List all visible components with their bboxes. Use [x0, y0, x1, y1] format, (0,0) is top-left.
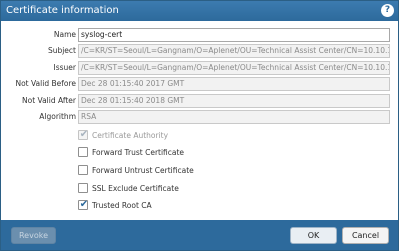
dialog-titlebar[interactable]: Certificate information ? [1, 1, 398, 21]
subject-label: Subject [47, 46, 76, 55]
revoke-button[interactable]: Revoke [11, 227, 56, 244]
forward-trust-checkbox[interactable] [78, 147, 88, 157]
subject-row: Subject /C=KR/ST=Seoul/L=Gangnam/O=Aplen… [1, 44, 398, 58]
subject-field[interactable]: /C=KR/ST=Seoul/L=Gangnam/O=Aplenet/OU=Te… [78, 44, 390, 58]
ssl-exclude-label: SSL Exclude Certificate [92, 184, 179, 193]
trusted-root-ca-checkbox[interactable]: ✔ [78, 199, 89, 210]
forward-trust-label: Forward Trust Certificate [92, 148, 185, 157]
certificate-authority-label: Certificate Authority [92, 131, 169, 140]
not-valid-after-label: Not Valid After [22, 96, 76, 105]
not-valid-after-row: Not Valid After Dec 28 01:15:40 2018 GMT [1, 94, 398, 108]
checkmark-icon: ✔ [79, 129, 89, 140]
algorithm-label: Algorithm [39, 112, 76, 121]
certificate-authority-checkbox[interactable]: ✔ [78, 129, 89, 140]
dialog-footer [1, 220, 398, 250]
forward-untrust-label: Forward Untrust Certificate [92, 166, 194, 175]
algorithm-field[interactable]: RSA [78, 110, 390, 124]
checkmark-icon: ✔ [79, 199, 89, 210]
ssl-exclude-checkbox[interactable] [78, 183, 88, 193]
name-field[interactable]: syslog-cert [78, 28, 390, 42]
name-label: Name [53, 30, 76, 39]
issuer-label: Issuer [53, 63, 76, 72]
issuer-row: Issuer /C=KR/ST=Seoul/L=Gangnam/O=Aplene… [1, 61, 398, 75]
not-valid-before-label: Not Valid Before [15, 79, 76, 88]
trusted-root-ca-label: Trusted Root CA [92, 201, 152, 210]
not-valid-before-field[interactable]: Dec 28 01:15:40 2017 GMT [78, 77, 390, 91]
not-valid-after-field[interactable]: Dec 28 01:15:40 2018 GMT [78, 94, 390, 108]
name-row: Name syslog-cert [1, 28, 398, 42]
question-icon[interactable]: ? [381, 4, 394, 17]
not-valid-before-row: Not Valid Before Dec 28 01:15:40 2017 GM… [1, 77, 398, 91]
cancel-button[interactable]: Cancel [342, 227, 389, 244]
issuer-field[interactable]: /C=KR/ST=Seoul/L=Gangnam/O=Aplenet/OU=Te… [78, 61, 390, 75]
certificate-information-dialog: Certificate information ? Name syslog-ce… [0, 0, 399, 251]
algorithm-row: Algorithm RSA [1, 110, 398, 124]
ok-button[interactable]: OK [290, 227, 337, 244]
forward-untrust-checkbox[interactable] [78, 165, 88, 175]
dialog-title: Certificate information [6, 5, 119, 16]
